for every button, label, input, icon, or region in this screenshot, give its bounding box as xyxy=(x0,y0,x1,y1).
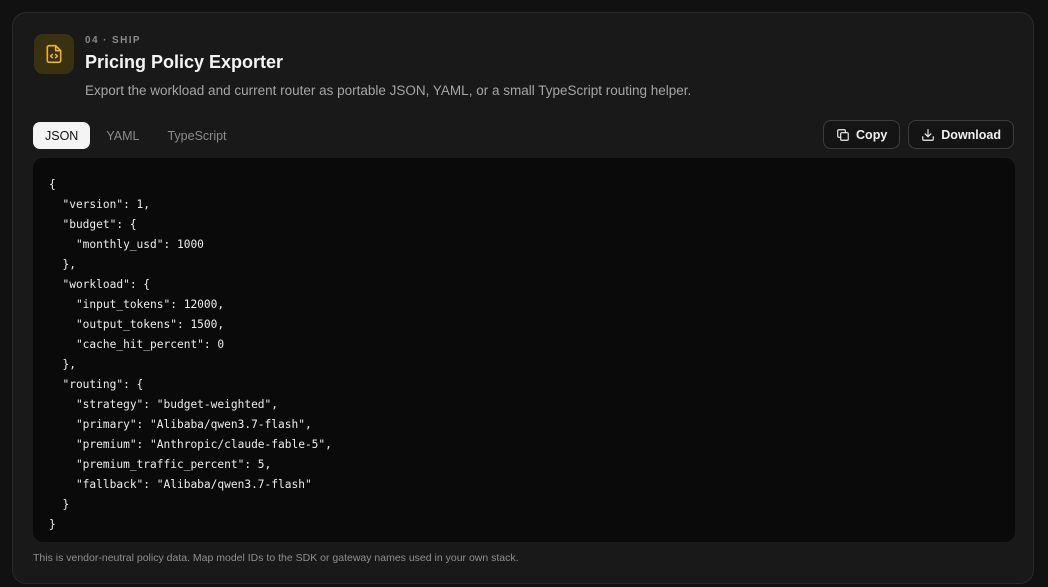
footnote: This is vendor-neutral policy data. Map … xyxy=(33,552,519,564)
page-title: Pricing Policy Exporter xyxy=(85,52,284,72)
section-eyebrow: 04 · SHIP xyxy=(85,35,141,46)
copy-button[interactable]: Copy xyxy=(823,120,901,149)
policy-exporter-card: 04 · SHIP Pricing Policy Exporter Export… xyxy=(12,12,1034,584)
tab-typescript[interactable]: TypeScript xyxy=(155,122,238,149)
code-file-icon xyxy=(34,34,74,74)
download-button-label: Download xyxy=(941,127,1001,142)
download-icon xyxy=(921,128,935,142)
tab-json[interactable]: JSON xyxy=(33,122,91,149)
export-actions: Copy Download xyxy=(823,120,1014,149)
copy-button-label: Copy xyxy=(856,127,888,142)
format-tabs: JSON YAML TypeScript xyxy=(33,122,239,149)
page-subtitle: Export the workload and current router a… xyxy=(85,83,692,98)
tab-yaml[interactable]: YAML xyxy=(94,122,151,149)
code-preview[interactable]: { "version": 1, "budget": { "monthly_usd… xyxy=(33,158,1015,542)
copy-icon xyxy=(836,128,850,142)
download-button[interactable]: Download xyxy=(908,120,1014,149)
code-block: { "version": 1, "budget": { "monthly_usd… xyxy=(49,178,332,531)
